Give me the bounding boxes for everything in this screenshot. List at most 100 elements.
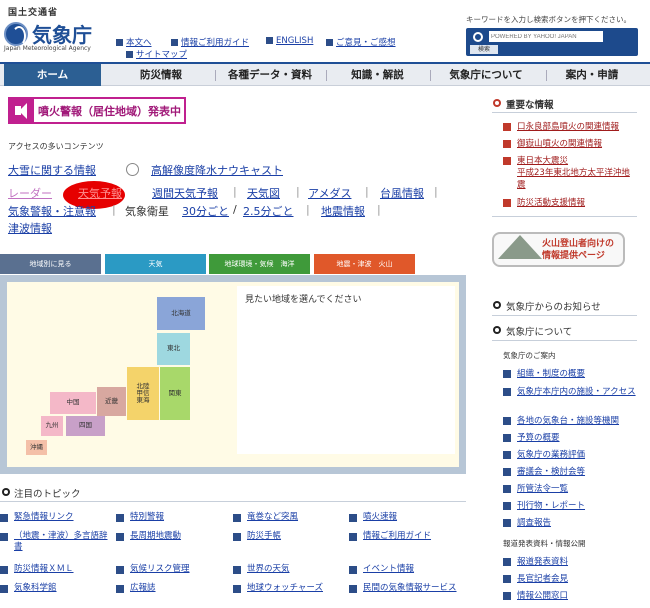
typhoon-link[interactable]: 台風情報: [380, 185, 424, 201]
region-kanto[interactable]: 関東: [160, 367, 190, 420]
link-divider: |: [112, 203, 116, 216]
tab-by-region[interactable]: 地域別に見る: [0, 254, 101, 274]
region-hokuriku-koshin-tokai[interactable]: 北陸 甲信 東海: [127, 367, 159, 420]
weather-forecast-link[interactable]: 天気予報: [78, 185, 122, 201]
important-item[interactable]: 東日本大震災 平成23年東北地方太平洋沖地震: [503, 155, 638, 191]
about-item[interactable]: 気象庁の業務評価: [503, 449, 638, 461]
about-item[interactable]: 審議会・検討会等: [503, 466, 638, 478]
earthquake-link[interactable]: 地震情報: [321, 203, 365, 219]
important-item[interactable]: 防災活動支援情報: [503, 197, 638, 209]
search-icon: [473, 32, 483, 42]
about-item[interactable]: 気象庁本庁内の施設・アクセス: [503, 386, 638, 398]
topic-item[interactable]: 長周期地震動: [116, 531, 228, 542]
jma-logo-icon[interactable]: [4, 22, 28, 46]
popular-content-title: アクセスの多いコンテンツ: [8, 142, 104, 151]
link-divider: |: [306, 203, 310, 216]
press-item[interactable]: 報道発表資料: [503, 556, 638, 568]
topic-item[interactable]: イベント情報: [349, 564, 461, 575]
about-item[interactable]: 所管法令一覧: [503, 483, 638, 495]
tsunami-link[interactable]: 津波情報: [8, 220, 52, 236]
notice-title[interactable]: 気象庁からのお知らせ: [506, 299, 601, 313]
about-item[interactable]: 各地の気象台・施設等機関: [503, 415, 638, 427]
topic-item[interactable]: 広報誌: [116, 583, 228, 594]
feedback-link[interactable]: ご意見・ご感想: [326, 36, 396, 48]
region-okinawa[interactable]: 沖縄: [26, 440, 47, 455]
topic-item[interactable]: 噴火速報: [349, 512, 461, 523]
square-bullet-icon: [503, 519, 511, 527]
satellite-30min-link[interactable]: 30分ごと: [182, 203, 229, 219]
region-tohoku[interactable]: 東北: [157, 333, 190, 365]
topic-item[interactable]: 情報ご利用ガイド: [349, 531, 461, 542]
topic-item[interactable]: 防災情報ＸＭＬ: [0, 564, 112, 575]
about-item[interactable]: 刊行物・レポート: [503, 500, 638, 512]
topic-item[interactable]: 地球ウォッチャーズ: [233, 583, 345, 594]
about-subtitle: 気象庁のご案内: [503, 351, 556, 360]
nav-knowledge[interactable]: 知識・解説: [335, 64, 420, 86]
nav-about[interactable]: 気象庁について: [436, 64, 536, 86]
square-bullet-icon: [503, 451, 511, 459]
heavy-snow-link[interactable]: 大雪に関する情報: [8, 162, 96, 178]
about-title[interactable]: 気象庁について: [506, 324, 572, 338]
section-divider: [492, 112, 637, 113]
nowcast-link[interactable]: 高解像度降水ナウキャスト: [151, 162, 283, 178]
press-item[interactable]: 長官記者会見: [503, 573, 638, 585]
topic-item[interactable]: 緊急情報リンク: [0, 512, 112, 523]
important-item[interactable]: 御嶽山噴火の関連情報: [503, 138, 638, 150]
topic-item[interactable]: 民間の気象情報サービス: [349, 583, 467, 594]
region-chugoku[interactable]: 中国: [50, 392, 96, 414]
satellite-2-5min-link[interactable]: 2.5分ごと: [243, 203, 294, 219]
press-subtitle: 報道発表資料・情報公開: [503, 539, 586, 548]
about-item[interactable]: 調査報告: [503, 517, 638, 529]
english-link[interactable]: ENGLISH: [266, 36, 313, 46]
nowcast-icon: [126, 163, 139, 176]
square-bullet-icon: [503, 575, 511, 583]
nav-guide[interactable]: 案内・申請: [552, 64, 632, 86]
link-divider: |: [233, 185, 237, 198]
amedas-link[interactable]: アメダス: [308, 185, 351, 201]
region-shikoku[interactable]: 四国: [66, 416, 105, 436]
radar-link[interactable]: レーダー: [8, 185, 52, 201]
tab-earthquake-volcano[interactable]: 地震・津波 火山: [314, 254, 415, 274]
tab-climate-ocean[interactable]: 地球環境・気候 海洋: [209, 254, 310, 274]
about-item[interactable]: 予算の概要: [503, 432, 638, 444]
nav-home[interactable]: ホーム: [4, 64, 101, 86]
satellite-label: 気象衛星: [125, 205, 169, 218]
square-bullet-icon: [116, 514, 124, 522]
square-bullet-icon: [503, 417, 511, 425]
weather-map-link[interactable]: 天気図: [247, 185, 280, 201]
topic-item[interactable]: 防災手帳: [233, 531, 345, 542]
square-bullet-icon: [326, 39, 333, 46]
skip-to-content-link[interactable]: 本文へ: [116, 36, 152, 48]
sitemap-link[interactable]: サイトマップ: [126, 48, 187, 60]
site-logo-en: Japan Meteorological Agency: [4, 45, 91, 52]
weekly-forecast-link[interactable]: 週間天気予報: [152, 185, 218, 201]
section-divider: [0, 501, 466, 502]
square-bullet-icon: [349, 514, 357, 522]
section-icon: [493, 301, 501, 309]
topic-item[interactable]: 竜巻など突風: [233, 512, 345, 523]
link-divider: |: [365, 185, 369, 198]
ministry-name: 国土交通省: [8, 8, 59, 18]
topic-item[interactable]: 特別警報: [116, 512, 228, 523]
tab-weather[interactable]: 天気: [105, 254, 206, 274]
topic-item[interactable]: （地震・津波）多言語辞書: [0, 531, 112, 553]
press-item[interactable]: 情報公開窓口: [503, 590, 638, 602]
region-hokkaido[interactable]: 北海道: [157, 297, 205, 330]
topic-item[interactable]: 世界の天気: [233, 564, 345, 575]
region-kinki[interactable]: 近畿: [97, 387, 126, 416]
search-button[interactable]: 検索: [470, 45, 498, 54]
topic-item[interactable]: 気候リスク管理: [116, 564, 228, 575]
square-bullet-icon: [503, 157, 511, 165]
topic-item[interactable]: 気象科学館: [0, 583, 112, 594]
usage-guide-link[interactable]: 情報ご利用ガイド: [171, 36, 249, 48]
search-input[interactable]: [489, 31, 603, 42]
nav-data[interactable]: 各種データ・資料: [220, 64, 320, 86]
about-item[interactable]: 組織・制度の概要: [503, 368, 638, 380]
important-item[interactable]: 口永良部島噴火の関連情報: [503, 121, 638, 133]
site-logo[interactable]: 気象庁: [32, 19, 92, 48]
warnings-link[interactable]: 気象警報・注意報: [8, 203, 96, 219]
nav-disaster-info[interactable]: 防災情報: [115, 64, 207, 86]
section-icon: [493, 326, 501, 334]
region-kyushu[interactable]: 九州: [41, 416, 63, 436]
square-bullet-icon: [349, 566, 357, 574]
